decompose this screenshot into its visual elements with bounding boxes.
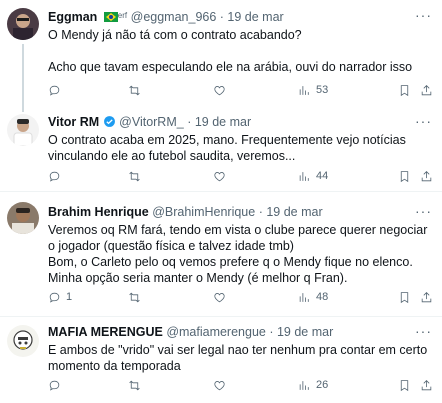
- views-button[interactable]: 26: [298, 377, 328, 393]
- share-icon: [421, 379, 432, 390]
- tweet-date[interactable]: · 19 de mar: [220, 10, 284, 24]
- brazil-flag-icon: [103, 12, 118, 22]
- bookmark-button[interactable]: [398, 377, 411, 393]
- tweet-actions: 1 48: [48, 289, 436, 305]
- views-icon: [299, 171, 309, 181]
- tweet-header: Vitor RM @VitorRM_ · 19 de mar: [48, 114, 251, 132]
- author-handle[interactable]: @VitorRM_: [119, 115, 184, 129]
- views-icon: [299, 292, 309, 302]
- like-icon: [214, 85, 225, 95]
- tweet-text: E ambos de "vrido" vai ser legal nao ter…: [48, 343, 428, 373]
- bookmark-button[interactable]: [398, 289, 411, 305]
- views-icon: [299, 380, 309, 390]
- views-count: 44: [316, 170, 329, 182]
- more-icon[interactable]: ···: [415, 324, 432, 338]
- reply-icon: [49, 171, 60, 182]
- retweet-button[interactable]: [128, 82, 146, 98]
- bookmark-button[interactable]: [398, 82, 411, 98]
- avatar-mafia-merengue[interactable]: [7, 325, 39, 357]
- reply-icon: [49, 85, 60, 96]
- like-icon: [214, 380, 225, 390]
- like-button[interactable]: [213, 377, 231, 393]
- like-button[interactable]: [213, 289, 231, 305]
- verified-icon: [103, 115, 116, 132]
- author-handle[interactable]: @BrahimHenrique: [152, 205, 255, 219]
- retweet-icon: [129, 292, 140, 302]
- tweet-actions: 26: [48, 377, 436, 393]
- author-name[interactable]: MAFIA MERENGUE: [48, 325, 163, 339]
- tweet-header: MAFIA MERENGUE @mafiamerengue · 19 de ma…: [48, 324, 333, 340]
- reply-icon: [49, 292, 60, 303]
- share-icon: [421, 170, 432, 181]
- avatar-brahim[interactable]: [7, 202, 39, 234]
- retweet-button[interactable]: [128, 289, 146, 305]
- reply-button[interactable]: [48, 377, 66, 393]
- tweet-actions: 44: [48, 168, 436, 184]
- tweet-actions: 53: [48, 82, 436, 98]
- views-count: 26: [316, 379, 329, 391]
- bookmark-icon: [400, 379, 409, 391]
- share-icon: [421, 291, 432, 302]
- views-button[interactable]: 44: [298, 168, 328, 184]
- author-handle[interactable]: @mafiamerengue: [166, 325, 266, 339]
- author-name[interactable]: Eggman: [48, 10, 97, 24]
- retweet-icon: [129, 85, 140, 95]
- more-icon[interactable]: ···: [415, 114, 432, 128]
- bookmark-icon: [400, 84, 409, 96]
- reply-icon: [49, 380, 60, 391]
- tweet-vitor[interactable]: Vitor RM @VitorRM_ · 19 de mar ··· O con…: [0, 110, 442, 191]
- reply-button[interactable]: 1: [48, 289, 72, 305]
- retweet-button[interactable]: [128, 377, 146, 393]
- avatar-vitor[interactable]: [7, 114, 39, 146]
- views-button[interactable]: 53: [298, 82, 328, 98]
- thread-line: [22, 44, 24, 112]
- bookmark-icon: [400, 170, 409, 182]
- share-icon: [421, 84, 432, 95]
- tweet-header: Brahim Henrique @BrahimHenrique · 19 de …: [48, 204, 323, 220]
- like-icon: [214, 171, 225, 181]
- share-button[interactable]: [420, 289, 433, 305]
- bookmark-icon: [400, 291, 409, 303]
- bookmark-button[interactable]: [398, 168, 411, 184]
- views-button[interactable]: 48: [298, 289, 328, 305]
- like-icon: [214, 292, 225, 302]
- reply-button[interactable]: [48, 82, 66, 98]
- tweet-brahim[interactable]: Brahim Henrique @BrahimHenrique · 19 de …: [0, 192, 442, 316]
- tweet-text: Veremos oq RM fará, tendo em vista o clu…: [48, 223, 428, 285]
- views-icon: [299, 85, 309, 95]
- tweet-date[interactable]: · 19 de mar: [269, 325, 333, 339]
- name-suffix: erf: [117, 11, 128, 20]
- views-count: 53: [316, 84, 329, 96]
- share-button[interactable]: [420, 377, 433, 393]
- tweet-mafia-merengue[interactable]: MAFIA MERENGUE @mafiamerengue · 19 de ma…: [0, 317, 442, 403]
- author-handle[interactable]: @eggman_966: [131, 10, 217, 24]
- tweet-date[interactable]: · 19 de mar: [259, 205, 323, 219]
- like-button[interactable]: [213, 82, 231, 98]
- tweet-header: Eggman erf @eggman_966 · 19 de mar: [48, 8, 284, 25]
- retweet-icon: [129, 171, 140, 181]
- views-count: 48: [316, 291, 329, 303]
- share-button[interactable]: [420, 82, 433, 98]
- retweet-icon: [129, 380, 140, 390]
- more-icon[interactable]: ···: [415, 8, 432, 22]
- tweet-text: O Mendy já não tá com o contrato acaband…: [48, 28, 413, 74]
- tweet-eggman[interactable]: Eggman erf @eggman_966 · 19 de mar ··· O…: [0, 0, 442, 112]
- author-name[interactable]: Brahim Henrique: [48, 205, 149, 219]
- retweet-button[interactable]: [128, 168, 146, 184]
- like-button[interactable]: [213, 168, 231, 184]
- share-button[interactable]: [420, 168, 433, 184]
- author-name[interactable]: Vitor RM: [48, 115, 99, 129]
- reply-count: 1: [66, 291, 73, 303]
- tweet-text: O contrato acaba em 2025, mano. Frequent…: [48, 133, 406, 163]
- tweet-date[interactable]: · 19 de mar: [187, 115, 251, 129]
- more-icon[interactable]: ···: [415, 204, 432, 218]
- avatar-eggman[interactable]: [7, 8, 39, 40]
- reply-button[interactable]: [48, 168, 66, 184]
